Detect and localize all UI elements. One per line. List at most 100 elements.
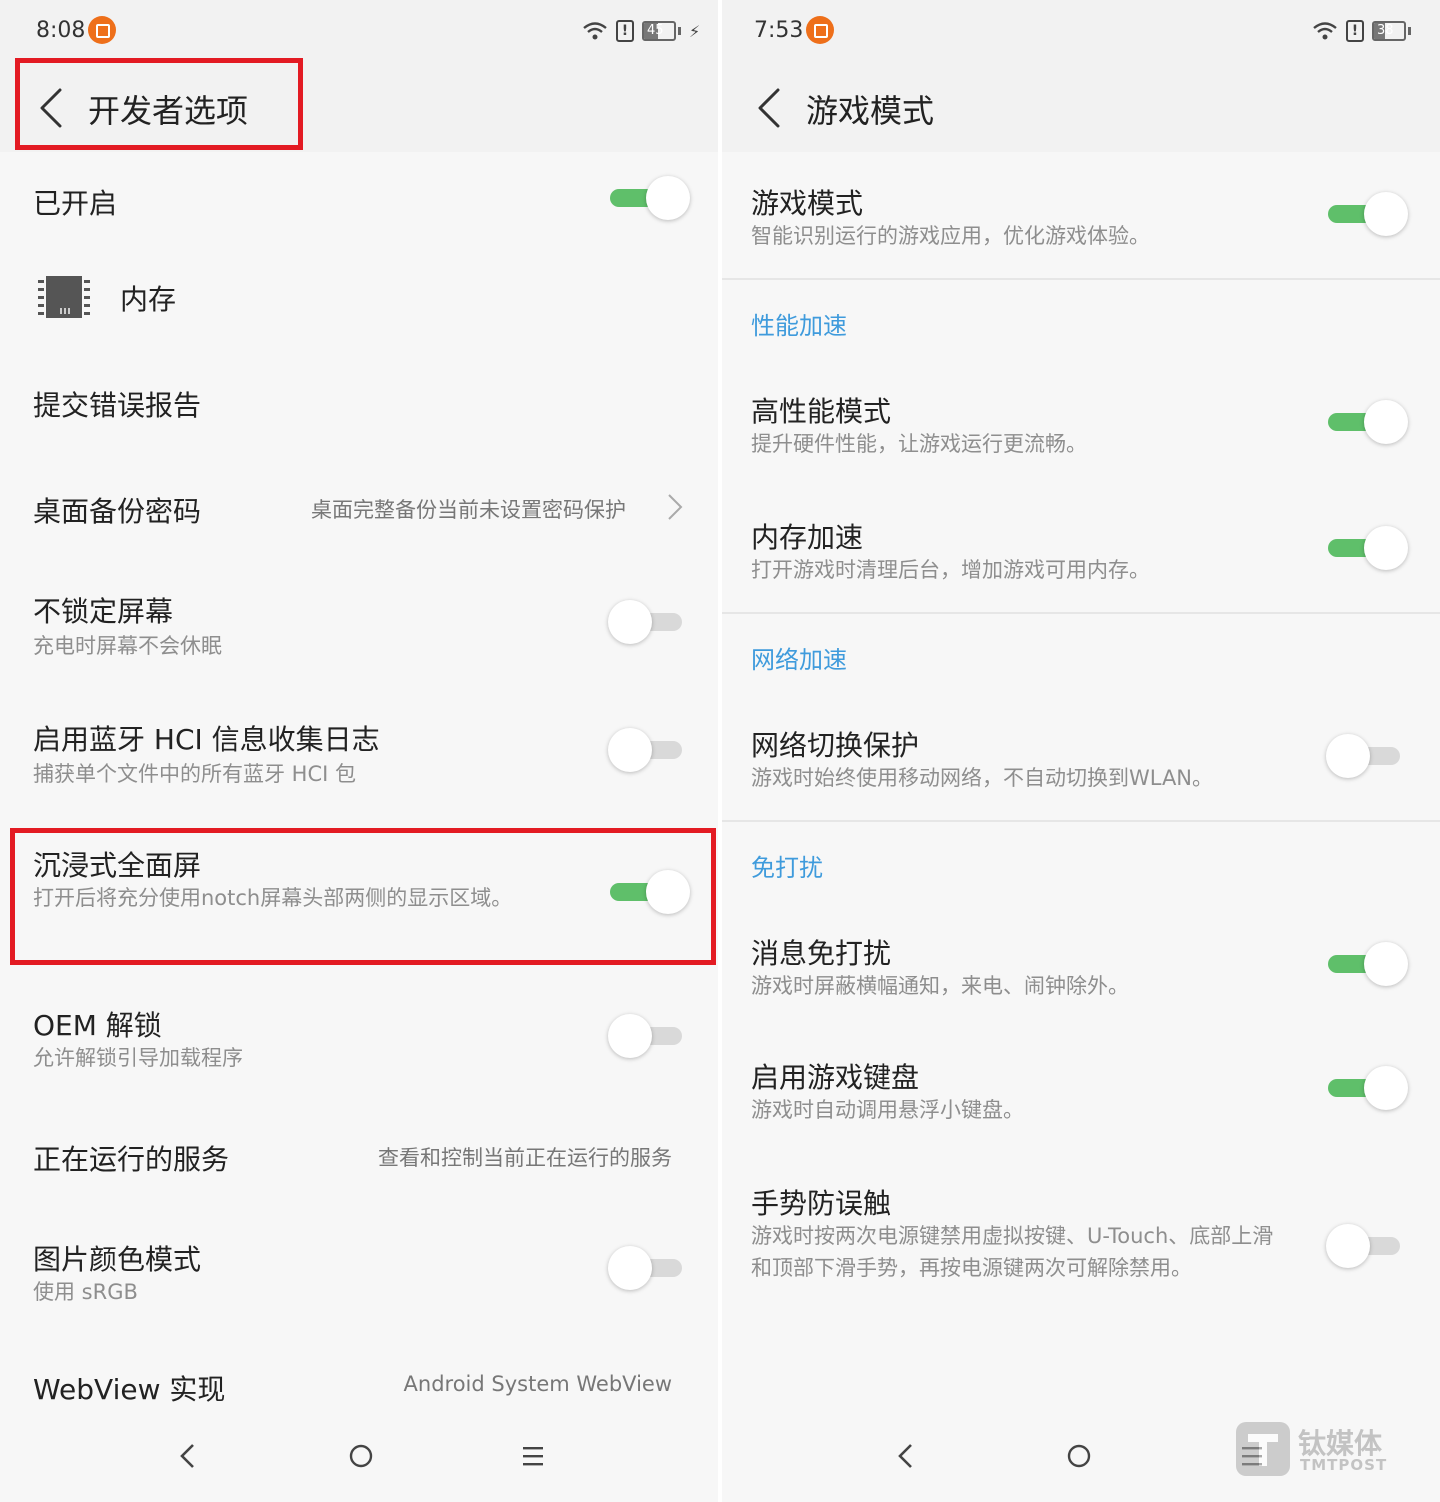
row-title: OEM 解锁 (33, 1009, 162, 1042)
status-icons: ! 45 ⚡ (582, 16, 700, 46)
status-time: 7:53 (754, 18, 804, 43)
section-divider (722, 278, 1440, 280)
row-subtitle: 使用 sRGB (33, 1280, 138, 1304)
memory-boost-toggle[interactable] (1328, 526, 1408, 570)
page-title: 游戏模式 (806, 92, 935, 130)
row-subtitle: 游戏时始终使用移动网络，不自动切换到WLAN。 (751, 766, 1214, 790)
row-backup-password[interactable]: 桌面备份密码 桌面完整备份当前未设置密码保护 (0, 452, 718, 556)
row-webview[interactable]: WebView 实现 Android System WebView (0, 1348, 718, 1410)
row-title: 游戏模式 (751, 187, 864, 220)
row-title: 提交错误报告 (33, 389, 202, 422)
status-bar: 7:53 ! 38 (722, 0, 1440, 62)
row-title: 启用游戏键盘 (751, 1061, 920, 1094)
status-bar: 8:08 ! 45 ⚡ (0, 0, 718, 62)
network-protect-toggle[interactable] (1326, 734, 1408, 778)
row-game-mode[interactable]: 游戏模式 智能识别运行的游戏应用，优化游戏体验。 (722, 152, 1440, 278)
row-color-mode[interactable]: 图片颜色模式 使用 sRGB (0, 1218, 718, 1348)
row-title: 桌面备份密码 (33, 495, 202, 528)
status-icons: ! 38 (1312, 16, 1411, 46)
game-keyboard-toggle[interactable] (1328, 1066, 1408, 1110)
row-title: 内存加速 (751, 521, 864, 554)
chevron-right-icon (666, 492, 684, 522)
section-header-performance: 性能加速 (751, 312, 847, 340)
row-title: 已开启 (33, 187, 118, 220)
row-stay-awake[interactable]: 不锁定屏幕 充电时屏幕不会休眠 (0, 556, 718, 684)
row-title: 网络切换保护 (751, 729, 920, 762)
color-mode-toggle[interactable] (608, 1246, 690, 1290)
row-high-performance[interactable]: 高性能模式 提升硬件性能，让游戏运行更流畅。 (722, 362, 1440, 488)
row-subtitle: 允许解锁引导加载程序 (33, 1046, 243, 1070)
navigation-bar (0, 1410, 718, 1502)
stay-awake-toggle[interactable] (608, 600, 690, 644)
watermark-en: TMTPOST (1300, 1456, 1388, 1474)
row-title: 启用蓝牙 HCI 信息收集日志 (33, 723, 380, 756)
row-title: WebView 实现 (33, 1373, 226, 1406)
section-header-network: 网络加速 (751, 646, 847, 674)
row-subtitle: 充电时屏幕不会休眠 (33, 634, 222, 658)
row-title: 正在运行的服务 (33, 1143, 230, 1176)
immersive-highlight-box (10, 828, 716, 965)
row-value: 桌面完整备份当前未设置密码保护 (311, 498, 626, 522)
row-memory[interactable]: 内存 (0, 248, 718, 348)
section-divider (722, 820, 1440, 822)
tmtpost-watermark: 钛媒体 TMTPOST (1236, 1420, 1396, 1480)
row-bug-report[interactable]: 提交错误报告 (0, 348, 718, 452)
row-running-services[interactable]: 正在运行的服务 查看和控制当前正在运行的服务 (0, 1118, 718, 1218)
game-mode-screen: 7:53 ! 38 游戏模式 游戏模式 智能识别运行的游戏应用，优化游戏体验。 (722, 0, 1440, 1502)
row-title: 手势防误触 (751, 1187, 892, 1220)
developer-options-screen: 8:08 ! 45 ⚡ 开发者选项 已开启 内存 提交错误报告 桌面备份密码 桌… (0, 0, 718, 1502)
row-title: 图片颜色模式 (33, 1243, 202, 1276)
row-subtitle: 打开游戏时清理后台，增加游戏可用内存。 (751, 558, 1150, 582)
high-performance-toggle[interactable] (1328, 400, 1408, 444)
notification-app-icon (806, 16, 834, 44)
row-title: 内存 (120, 283, 177, 316)
memory-chip-icon (38, 274, 90, 318)
battery-tip (1408, 27, 1411, 35)
back-arrow-icon[interactable] (752, 86, 792, 130)
row-subtitle: 游戏时屏蔽横幅通知，来电、闹钟除外。 (751, 974, 1129, 998)
charging-bolt-icon: ⚡ (689, 21, 701, 41)
battery-icon: 38 (1372, 21, 1406, 41)
enabled-toggle[interactable] (610, 176, 690, 220)
nav-back-icon[interactable] (884, 1434, 928, 1478)
section-header-dnd: 免打扰 (751, 854, 823, 882)
row-value: Android System WebView (403, 1372, 672, 1396)
sim-alert-icon: ! (616, 20, 634, 42)
nav-home-icon[interactable] (1057, 1434, 1101, 1478)
oem-unlock-toggle[interactable] (608, 1014, 690, 1058)
title-highlight-box (15, 58, 303, 150)
battery-level: 38 (1377, 23, 1394, 38)
row-subtitle: 游戏时按两次电源键禁用虚拟按键、U-Touch、底部上滑和顶部下滑手势，再按电源… (751, 1224, 1274, 1280)
wifi-icon (1312, 21, 1338, 41)
row-bt-hci[interactable]: 启用蓝牙 HCI 信息收集日志 捕获单个文件中的所有蓝牙 HCI 包 (0, 684, 718, 812)
battery-tip (678, 27, 681, 35)
section-divider (722, 612, 1440, 614)
nav-back-icon[interactable] (166, 1434, 210, 1478)
nav-home-icon[interactable] (339, 1434, 383, 1478)
row-subtitle: 捕获单个文件中的所有蓝牙 HCI 包 (33, 762, 356, 786)
row-network-protect[interactable]: 网络切换保护 游戏时始终使用移动网络，不自动切换到WLAN。 (722, 696, 1440, 820)
row-subtitle: 游戏时自动调用悬浮小键盘。 (751, 1098, 1024, 1122)
row-game-keyboard[interactable]: 启用游戏键盘 游戏时自动调用悬浮小键盘。 (722, 1028, 1440, 1154)
row-message-dnd[interactable]: 消息免打扰 游戏时屏蔽横幅通知，来电、闹钟除外。 (722, 904, 1440, 1028)
battery-level: 45 (647, 23, 664, 38)
row-oem-unlock[interactable]: OEM 解锁 允许解锁引导加载程序 (0, 968, 718, 1118)
message-dnd-toggle[interactable] (1328, 942, 1408, 986)
settings-list: 游戏模式 智能识别运行的游戏应用，优化游戏体验。 性能加速 高性能模式 提升硬件… (722, 152, 1440, 1410)
bt-hci-toggle[interactable] (608, 728, 690, 772)
row-title: 不锁定屏幕 (33, 595, 174, 628)
nav-menu-icon[interactable] (511, 1434, 555, 1478)
row-memory-boost[interactable]: 内存加速 打开游戏时清理后台，增加游戏可用内存。 (722, 488, 1440, 612)
game-mode-toggle[interactable] (1328, 192, 1408, 236)
row-enabled[interactable]: 已开启 (0, 152, 718, 248)
gesture-guard-toggle[interactable] (1326, 1224, 1408, 1268)
tmtpost-logo-icon (1236, 1422, 1290, 1476)
row-title: 消息免打扰 (751, 937, 892, 970)
row-title: 高性能模式 (751, 395, 892, 428)
row-value: 查看和控制当前正在运行的服务 (378, 1146, 672, 1170)
row-subtitle: 智能识别运行的游戏应用，优化游戏体验。 (751, 224, 1150, 248)
row-gesture-guard[interactable]: 手势防误触 游戏时按两次电源键禁用虚拟按键、U-Touch、底部上滑和顶部下滑手… (722, 1154, 1440, 1334)
row-subtitle: 提升硬件性能，让游戏运行更流畅。 (751, 432, 1087, 456)
settings-list: 已开启 内存 提交错误报告 桌面备份密码 桌面完整备份当前未设置密码保护 不锁定… (0, 152, 718, 1410)
status-time: 8:08 (36, 18, 86, 43)
